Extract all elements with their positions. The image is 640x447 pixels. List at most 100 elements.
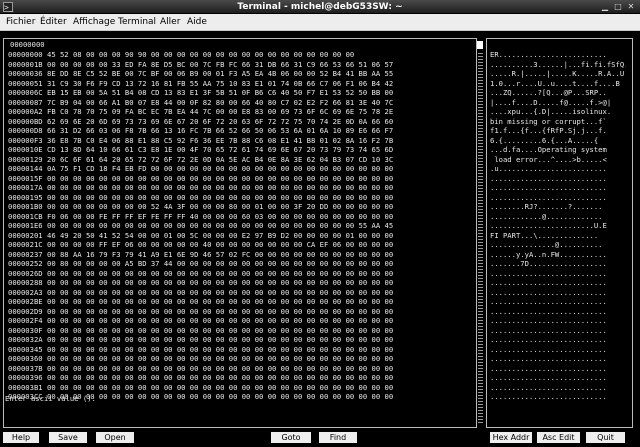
hex-row[interactable]: 00000237 00 88 AA 16 79 F3 79 41 A9 E1 6E… [8, 250, 476, 260]
hex-row[interactable]: 0000037B 00 00 00 00 00 00 00 00 00 00 00… [8, 364, 476, 374]
ascii-value-prompt[interactable]: Enter ascii value (): [5, 394, 96, 404]
hex-row-bytes[interactable]: 00 00 00 00 00 00 00 00 00 00 00 00 00 0… [47, 174, 474, 184]
hex-row[interactable]: 00000087 7C B9 04 00 66 A1 B0 07 E8 44 00… [8, 98, 476, 108]
ascii-row[interactable]: ........................... [490, 354, 626, 364]
hex-row[interactable]: 0000032A 00 00 00 00 00 00 00 00 00 00 00… [8, 335, 476, 345]
ascii-row[interactable]: ........................... [490, 174, 626, 184]
hex-pane[interactable]: 00000000 00000000 45 52 08 00 00 00 90 90… [3, 38, 477, 428]
ascii-row[interactable]: ....xpu...{.D|.....isolinux. [490, 107, 626, 117]
ascii-row[interactable]: |....f....D.....f@.....f.>@| [490, 98, 626, 108]
hex-row[interactable]: 000000A2 FB C0 78 70 75 09 FA BC EC 7B EA… [8, 107, 476, 117]
hex-row[interactable]: 0000030F 00 00 00 00 00 00 00 00 00 00 00… [8, 326, 476, 336]
hex-row-bytes[interactable]: 00 00 00 00 00 00 00 00 00 00 00 00 00 0… [47, 364, 474, 374]
hex-row-bytes[interactable]: 45 52 08 00 00 00 90 90 00 00 00 00 00 0… [47, 50, 474, 60]
ascii-row[interactable]: ........................... [490, 335, 626, 345]
hex-row-bytes[interactable]: 46 49 20 50 41 52 54 00 00 01 00 5C 00 0… [47, 231, 474, 241]
scroll-thumb[interactable] [477, 41, 483, 49]
hex-row-bytes[interactable]: 00 00 00 00 00 00 00 00 00 00 00 00 00 0… [47, 316, 474, 326]
ascii-row[interactable]: 1.0...r....U..u....t....f....B [490, 79, 626, 89]
ascii-row[interactable]: ..........3......|...fi.fi.fSfQ.W [490, 60, 626, 70]
hex-row[interactable]: 00000144 0A 75 F1 CD 18 F4 EB FD 00 00 00… [8, 164, 476, 174]
hex-row-bytes[interactable]: CD 13 8D 64 10 66 61 C3 E8 1E 00 4F 70 6… [47, 145, 474, 155]
hex-row[interactable]: 0000026D 00 00 00 00 00 00 00 00 00 00 00… [8, 269, 476, 279]
hex-row[interactable]: 0000010E CD 13 8D 64 10 66 61 C3 E8 1E 00… [8, 145, 476, 155]
hex-row[interactable]: 000000BD 62 69 6E 20 6D 69 73 73 69 6E 67… [8, 117, 476, 127]
hex-row-bytes[interactable]: 00 00 00 00 00 00 00 00 00 00 00 00 00 0… [47, 288, 474, 298]
hex-row-bytes[interactable]: 00 00 00 00 00 00 00 00 00 00 00 00 00 0… [47, 345, 474, 355]
hex-row[interactable]: 0000001B 00 00 00 00 00 33 ED FA 8E D5 BC… [8, 60, 476, 70]
ascii-row[interactable]: ...............@.......... [490, 240, 626, 250]
menu-terminal[interactable]: Terminal [118, 16, 156, 28]
hex-row[interactable]: 000003B1 00 00 00 00 00 00 00 00 00 00 00… [8, 383, 476, 393]
ascii-pane[interactable]: ER......................... ..........3..… [486, 38, 633, 428]
hex-row-bytes[interactable]: 0A 75 F1 CD 18 F4 EB FD 00 00 00 00 00 0… [47, 164, 474, 174]
scroll-track[interactable] [478, 53, 483, 424]
ascii-row[interactable]: ...ZQ......?[Q...@P...SRP.. [490, 88, 626, 98]
hex-row[interactable]: 000002F4 00 00 00 00 00 00 00 00 00 00 00… [8, 316, 476, 326]
find-button[interactable]: Find [319, 432, 357, 443]
hex-row[interactable]: 00000129 20 6C 6F 61 64 20 65 72 72 6F 72… [8, 155, 476, 165]
hex-row-bytes[interactable]: 00 00 00 00 00 00 00 00 00 00 00 00 00 0… [47, 335, 474, 345]
hex-rows[interactable]: 00000000 45 52 08 00 00 00 90 90 00 00 00… [8, 50, 476, 402]
menu-affichage[interactable]: Affichage [73, 16, 115, 28]
hex-row-bytes[interactable]: 00 00 00 00 00 00 00 00 00 00 00 00 00 0… [47, 269, 474, 279]
ascii-row[interactable]: ...d.fa....Operating system [490, 145, 626, 155]
hex-row-bytes[interactable]: FB C0 78 70 75 09 FA BC EC 7B EA 44 7C 0… [47, 107, 474, 117]
hex-row-bytes[interactable]: 00 00 00 00 00 00 00 00 00 00 00 00 00 0… [47, 307, 474, 317]
goto-button[interactable]: Goto [271, 432, 311, 443]
ascii-row[interactable]: ........................... [490, 278, 626, 288]
hex-row[interactable]: 00000288 00 00 00 00 00 00 00 00 00 00 00… [8, 278, 476, 288]
hex-row-bytes[interactable]: 00 00 00 00 00 33 ED FA 8E D5 BC 00 7C F… [47, 60, 474, 70]
hex-row[interactable]: 00000036 8E DD 8E C5 52 BE 00 7C BF 00 06… [8, 69, 476, 79]
maximize-icon[interactable]: □ [613, 2, 623, 12]
hex-row[interactable]: 000001B0 00 00 00 00 00 00 00 00 52 4A 3F… [8, 202, 476, 212]
hex-row[interactable]: 00000195 00 00 00 00 00 00 00 00 00 00 00… [8, 193, 476, 203]
hex-row-bytes[interactable]: 00 88 AA 16 79 F3 79 41 A9 E1 6E 9D 46 5… [47, 250, 474, 260]
hex-row-bytes[interactable]: 00 00 00 00 00 00 00 00 00 00 00 00 00 0… [47, 392, 474, 402]
asc-edit-button[interactable]: Asc Edit [537, 432, 580, 443]
ascii-row[interactable]: 6.{.........6.{...A.....{ [490, 136, 626, 146]
hex-row-bytes[interactable]: 31 C9 30 F6 F9 CD 13 72 16 81 FB 55 AA 7… [47, 79, 474, 89]
hex-row[interactable]: 00000201 46 49 20 50 41 52 54 00 00 01 00… [8, 231, 476, 241]
ascii-row[interactable]: ........................... [490, 345, 626, 355]
hex-row[interactable]: 00000396 00 00 00 00 00 00 00 00 00 00 00… [8, 373, 476, 383]
menu-fichier[interactable]: Fichier [6, 16, 35, 28]
hex-row[interactable]: 0000006C EB 15 EB 00 5A 51 B4 08 CD 13 83… [8, 88, 476, 98]
hex-row[interactable]: 0000017A 00 00 00 00 00 00 00 00 00 00 00… [8, 183, 476, 193]
quit-button[interactable]: Quit [586, 432, 625, 443]
hex-addr-button[interactable]: Hex Addr [490, 432, 532, 443]
ascii-row[interactable]: ............@............. [490, 212, 626, 222]
ascii-row[interactable]: ........................... [490, 297, 626, 307]
ascii-row[interactable]: ........RJ?.......?....... [490, 202, 626, 212]
ascii-row[interactable]: .u......................... [490, 164, 626, 174]
ascii-row[interactable]: .......7D.................. [490, 259, 626, 269]
hex-row[interactable]: 00000345 00 00 00 00 00 00 00 00 00 00 00… [8, 345, 476, 355]
hex-row[interactable]: 000002A3 00 00 00 00 00 00 00 00 00 00 00… [8, 288, 476, 298]
hex-row[interactable]: 000000D8 66 31 D2 66 03 06 F8 7B 66 13 16… [8, 126, 476, 136]
ascii-row[interactable]: ........................... [490, 183, 626, 193]
ascii-row[interactable]: FI PART...\.............. [490, 231, 626, 241]
ascii-row[interactable]: load error...^....>b.....< [490, 155, 626, 165]
menu-editer[interactable]: Éditer [40, 16, 67, 28]
ascii-row[interactable]: ........................... [490, 383, 626, 393]
window-titlebar[interactable]: >_ Terminal - michel@debG53SW: ~ ▁ □ ✕ [0, 0, 640, 14]
minimize-icon[interactable]: ▁ [600, 2, 610, 12]
ascii-row[interactable]: ........................... [490, 392, 626, 402]
ascii-row[interactable]: ........................... [490, 326, 626, 336]
hex-row-bytes[interactable]: 00 00 00 00 FF EF 06 00 00 00 00 00 40 0… [47, 240, 474, 250]
ascii-row[interactable]: ........................... [490, 373, 626, 383]
hex-row-bytes[interactable]: 00 00 00 00 00 00 00 00 52 4A 3F 00 00 0… [47, 202, 474, 212]
hex-row[interactable]: 0000021C 00 00 00 00 FF EF 06 00 00 00 00… [8, 240, 476, 250]
hex-row[interactable]: 00000252 00 80 00 00 00 00 A5 BD 37 44 00… [8, 259, 476, 269]
hex-row-bytes[interactable]: 00 00 00 00 00 00 00 00 00 00 00 00 00 0… [47, 354, 474, 364]
hex-row-bytes[interactable]: EB 15 EB 00 5A 51 B4 08 CD 13 83 E1 3F 5… [47, 88, 474, 98]
hex-row[interactable]: 000002D9 00 00 00 00 00 00 00 00 00 00 00… [8, 307, 476, 317]
hex-row-bytes[interactable]: 00 00 00 00 00 00 00 00 00 00 00 00 00 0… [47, 326, 474, 336]
ascii-row[interactable]: .....R.|.....|.....K.....R.A..U [490, 69, 626, 79]
ascii-row[interactable]: ........................... [490, 193, 626, 203]
ascii-row[interactable]: ........................... [490, 288, 626, 298]
open-button[interactable]: Open [96, 432, 134, 443]
hex-row-bytes[interactable]: 00 00 00 00 00 00 00 00 00 00 00 00 00 0… [47, 221, 474, 231]
help-button[interactable]: Help [3, 432, 39, 443]
hex-row-bytes[interactable]: 00 00 00 00 00 00 00 00 00 00 00 00 00 0… [47, 383, 474, 393]
